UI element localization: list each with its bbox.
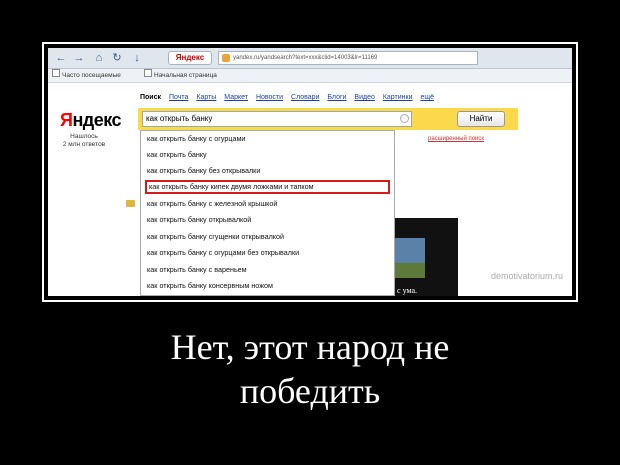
forward-arrow-icon[interactable]: → [72, 51, 86, 65]
bookmarks-bar: Часто посещаемые Начальная страница [48, 69, 572, 83]
suggestion-item[interactable]: как открыть банку [145, 148, 390, 162]
service-video[interactable]: Видео [354, 94, 374, 101]
watermark: demotivatorium.ru [491, 271, 564, 281]
service-blogs[interactable]: Блоги [327, 94, 346, 101]
suggestions-dropdown: как открыть банку с огурцами как открыть… [140, 130, 395, 296]
back-arrow-icon[interactable]: ← [54, 51, 68, 65]
service-market[interactable]: Маркет [224, 94, 248, 101]
bookmark-start-page[interactable]: Начальная страница [154, 69, 217, 82]
suggestion-item[interactable]: как открыть банку с огурцами [145, 132, 390, 146]
advanced-search-link[interactable]: расширенный поиск [428, 136, 484, 142]
suggestion-item[interactable]: как открыть банку открывалкой [145, 213, 390, 227]
service-dictionaries[interactable]: Словари [291, 94, 319, 101]
browser-toolbar: ← → ⌂ ↻ ↓ Яндекс yandex.ru/yandsearch?te… [48, 48, 572, 69]
suggestion-item[interactable]: как открыть банку с вареньем [145, 263, 390, 277]
bookmark-icon [52, 69, 60, 77]
address-bar[interactable]: yandex.ru/yandsearch?text=xxx&clid=14003… [218, 51, 478, 65]
site-favicon-icon [222, 54, 230, 62]
service-news[interactable]: Новости [256, 94, 283, 101]
service-maps[interactable]: Карты [196, 94, 216, 101]
caption-line-2: победить [239, 371, 381, 411]
results-count: Нашлось 2 млн ответов [56, 133, 112, 149]
search-input[interactable]: как открыть банку [142, 111, 412, 127]
poster-caption: Нет, этот народ не победить [0, 325, 620, 413]
image-field [391, 263, 425, 278]
logo-letter: Я [60, 110, 73, 130]
suggestion-item[interactable]: как открыть банку без открывалки [145, 164, 390, 178]
browser-screenshot: ← → ⌂ ↻ ↓ Яндекс yandex.ru/yandsearch?te… [48, 48, 572, 296]
yandex-logo[interactable]: Яндекс [60, 110, 122, 131]
found-count: 2 млн ответов [62, 141, 106, 148]
suggestion-item-highlighted[interactable]: как открыть банку кипек двумя ложками и … [145, 180, 390, 194]
service-images[interactable]: Картинки [383, 94, 413, 101]
suggestion-item[interactable]: как открыть банку с железной крышкой [145, 197, 390, 211]
home-icon[interactable]: ⌂ [92, 51, 106, 65]
found-label: Нашлось [70, 133, 98, 140]
services-nav: Поиск Почта Карты Маркет Новости Словари… [140, 94, 440, 101]
service-search[interactable]: Поиск [140, 94, 161, 101]
find-button[interactable]: Найти [457, 111, 505, 127]
caption-line-1: Нет, этот народ не [170, 327, 450, 367]
service-more[interactable]: ещё [420, 94, 434, 101]
address-text: yandex.ru/yandsearch?text=xxx&clid=14003… [233, 55, 378, 61]
folder-icon [126, 200, 135, 207]
clear-icon[interactable] [400, 114, 409, 123]
bookmark-frequent[interactable]: Часто посещаемые [62, 69, 121, 82]
logo-rest: ндекс [72, 110, 122, 130]
tab-yandex[interactable]: Яндекс [168, 51, 212, 65]
suggestion-item[interactable]: как открыть банку сгущенки открывалкой [145, 230, 390, 244]
page-icon [144, 69, 152, 77]
download-arrow-icon[interactable]: ↓ [130, 51, 144, 65]
suggestion-item[interactable]: как открыть банку консервным ножом [145, 279, 390, 293]
suggestion-item[interactable]: как открыть банку с огурцами без открыва… [145, 246, 390, 260]
refresh-icon[interactable]: ↻ [110, 51, 124, 65]
service-mail[interactable]: Почта [169, 94, 188, 101]
poster-frame: ← → ⌂ ↻ ↓ Яндекс yandex.ru/yandsearch?te… [42, 42, 578, 302]
